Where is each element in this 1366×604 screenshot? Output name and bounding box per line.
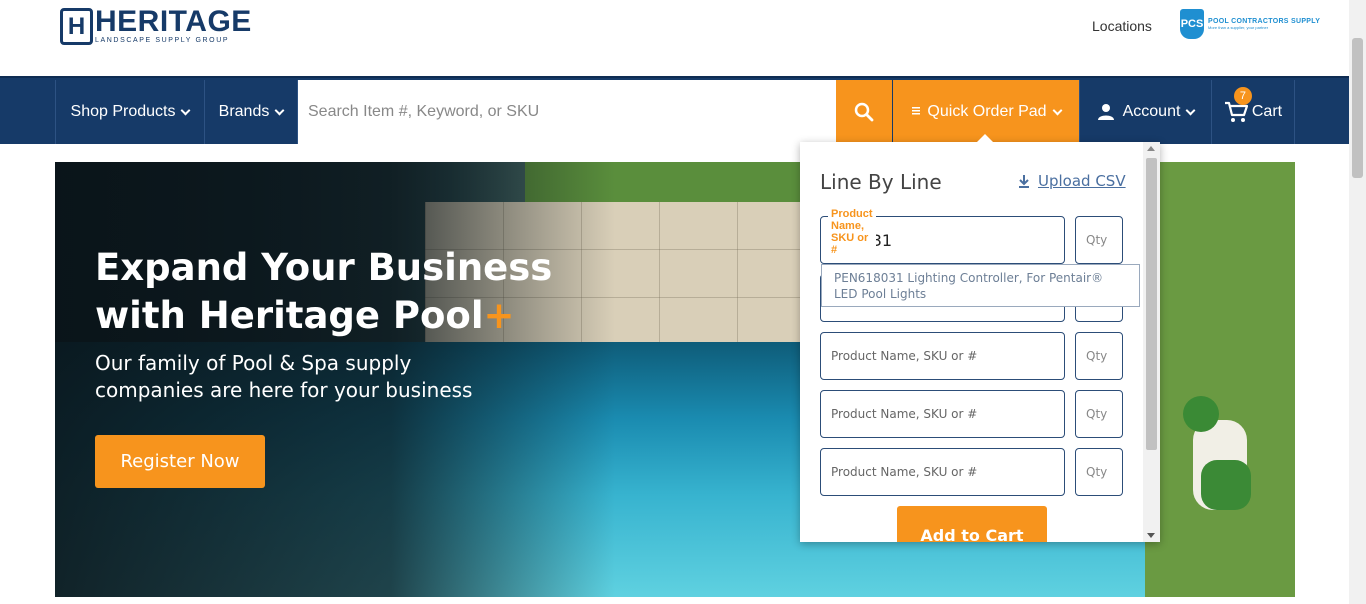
panel-scrollbar[interactable] bbox=[1143, 142, 1160, 542]
quick-order-panel: Line By Line Upload CSV Product Name, SK… bbox=[800, 142, 1160, 542]
hero-title-line1: Expand Your Business bbox=[95, 246, 553, 289]
nav-account[interactable]: Account bbox=[1079, 80, 1212, 144]
chevron-down-icon bbox=[1052, 105, 1063, 115]
chevron-down-icon bbox=[274, 105, 285, 115]
pcs-name: POOL CONTRACTORS SUPPLY bbox=[1208, 18, 1321, 25]
qty-input-5[interactable] bbox=[1075, 448, 1123, 496]
nav-cart-label: Cart bbox=[1251, 103, 1283, 120]
logo-mark-icon: H bbox=[60, 8, 93, 45]
qty-input-3[interactable] bbox=[1075, 332, 1123, 380]
hero-title-line2: with Heritage Pool bbox=[95, 294, 484, 337]
dropdown-caret bbox=[976, 134, 994, 143]
nav-shop-products[interactable]: Shop Products bbox=[55, 80, 205, 144]
qty-input-4[interactable] bbox=[1075, 390, 1123, 438]
hero-title: Expand Your Business with Heritage Pool+ bbox=[95, 244, 595, 340]
search-input[interactable] bbox=[298, 80, 836, 144]
locations-link[interactable]: Locations bbox=[1092, 18, 1152, 34]
search-button[interactable] bbox=[836, 80, 892, 144]
hero-worker-image bbox=[1173, 390, 1253, 510]
register-now-button[interactable]: Register Now bbox=[95, 435, 265, 488]
pcs-tagline: More than a supplier, your partner bbox=[1208, 25, 1269, 30]
autocomplete-suggestion[interactable]: PEN618031 Lighting Controller, For Penta… bbox=[821, 264, 1140, 307]
page: H HERITAGE LANDSCAPE SUPPLY GROUP Locati… bbox=[0, 0, 1366, 604]
search-icon bbox=[854, 102, 874, 122]
product-input-3[interactable] bbox=[820, 332, 1065, 380]
hero-subtitle: Our family of Pool & Spa supply companie… bbox=[95, 351, 473, 402]
panel-scroll-thumb[interactable] bbox=[1146, 158, 1157, 450]
logo-name: HERITAGE bbox=[95, 5, 252, 38]
nav-shop-products-label: Shop Products bbox=[70, 103, 176, 120]
logo-subtitle: LANDSCAPE SUPPLY GROUP bbox=[95, 37, 230, 44]
add-to-cart-button[interactable]: Add to Cart bbox=[897, 506, 1047, 542]
nav-brands-label: Brands bbox=[218, 103, 270, 120]
page-scroll-thumb[interactable] bbox=[1352, 38, 1363, 178]
list-icon bbox=[912, 107, 921, 115]
chevron-down-icon bbox=[181, 105, 191, 115]
user-icon bbox=[1097, 104, 1114, 120]
pcs-badge-icon: PCS bbox=[1180, 9, 1204, 39]
page-scrollbar[interactable] bbox=[1349, 0, 1366, 604]
quick-order-pad-label: Quick Order Pad bbox=[927, 103, 1047, 120]
upload-csv-link[interactable]: Upload CSV bbox=[1018, 172, 1126, 190]
download-icon bbox=[1018, 174, 1030, 188]
pcs-logo[interactable]: PCS POOL CONTRACTORS SUPPLY More than a … bbox=[1180, 9, 1320, 39]
chevron-down-icon bbox=[1185, 105, 1196, 115]
nav-cart[interactable]: 7 Cart bbox=[1212, 80, 1295, 144]
heritage-logo[interactable]: H HERITAGE LANDSCAPE SUPPLY GROUP bbox=[60, 5, 252, 45]
cart-count-badge: 7 bbox=[1233, 87, 1252, 105]
main-navbar: Shop Products Brands Quick Order Pad bbox=[0, 76, 1349, 144]
quick-order-title: Line By Line bbox=[820, 170, 942, 194]
product-input-4[interactable] bbox=[820, 390, 1065, 438]
qty-input-1[interactable] bbox=[1075, 216, 1123, 264]
hero-grass-right bbox=[1145, 162, 1295, 597]
product-input-5[interactable] bbox=[820, 448, 1065, 496]
scroll-down-arrow-icon[interactable] bbox=[1147, 533, 1155, 538]
scroll-up-arrow-icon[interactable] bbox=[1147, 146, 1155, 151]
upload-csv-label: Upload CSV bbox=[1038, 172, 1126, 190]
nav-account-label: Account bbox=[1122, 103, 1181, 120]
top-header: H HERITAGE LANDSCAPE SUPPLY GROUP Locati… bbox=[0, 0, 1349, 76]
nav-brands[interactable]: Brands bbox=[205, 80, 298, 144]
hero-title-plus: + bbox=[483, 294, 515, 337]
product-field-label: Product Name, SKU or # bbox=[828, 208, 876, 256]
